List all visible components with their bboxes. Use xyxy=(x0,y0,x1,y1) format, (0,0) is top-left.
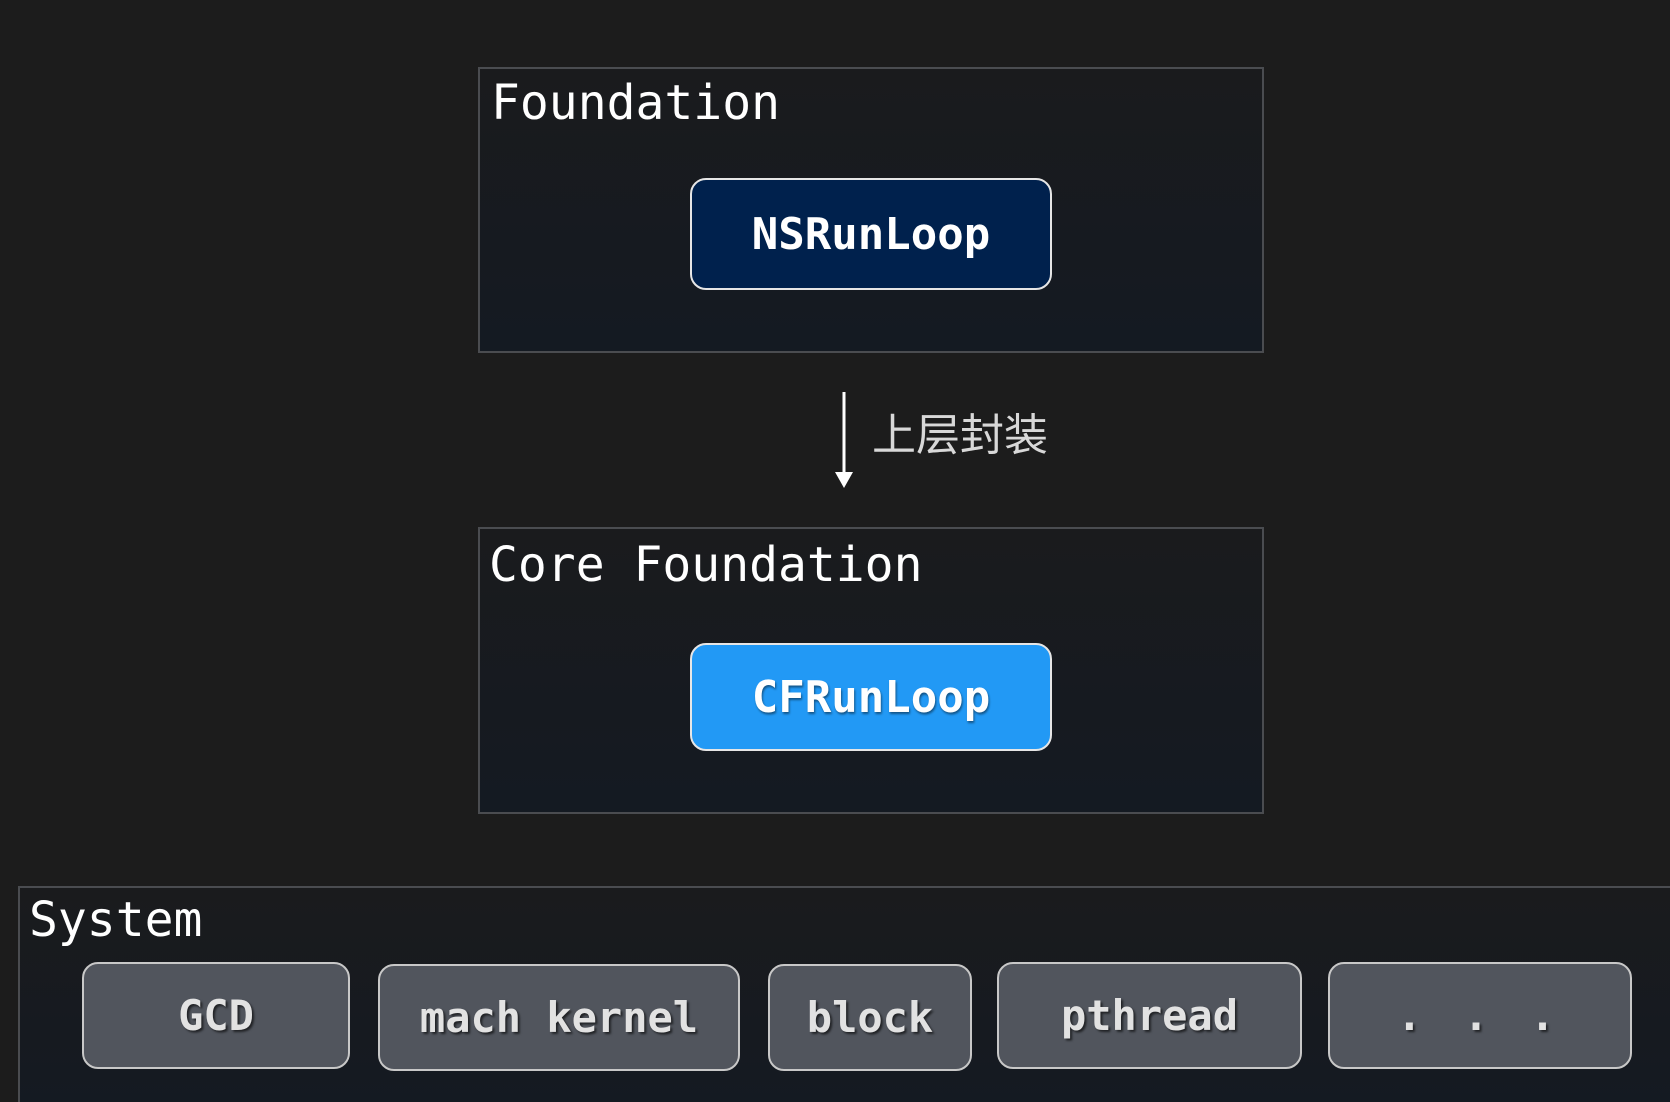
cfrunloop-node: CFRunLoop xyxy=(690,643,1052,751)
foundation-layer-title: Foundation xyxy=(491,75,780,131)
system-component-gcd: GCD xyxy=(82,962,350,1069)
system-component-ellipsis: . . . xyxy=(1328,962,1632,1069)
core-foundation-layer-title: Core Foundation xyxy=(489,537,923,593)
wrapper-arrow-icon xyxy=(835,392,853,488)
nsrunloop-node: NSRunLoop xyxy=(690,178,1052,290)
system-component-block: block xyxy=(768,964,972,1071)
wrapper-relation-label: 上层封装 xyxy=(872,410,1048,461)
system-component-mach-kernel: mach kernel xyxy=(378,964,740,1071)
system-layer-title: System xyxy=(29,892,203,948)
system-component-pthread: pthread xyxy=(997,962,1302,1069)
